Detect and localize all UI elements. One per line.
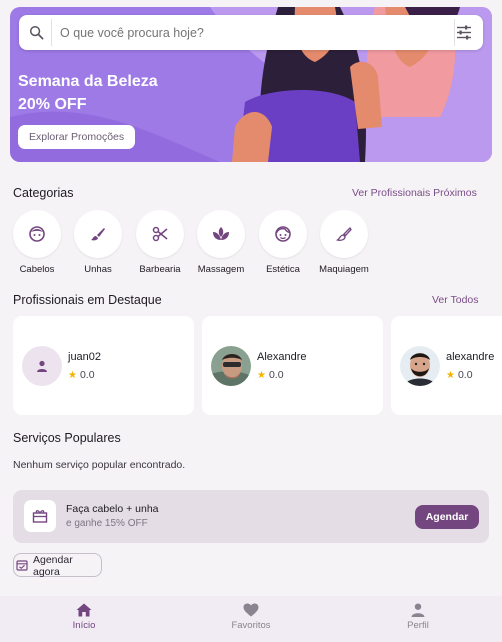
gift-icon <box>32 510 48 523</box>
promo-subtitle: e ganhe 15% OFF <box>66 518 148 529</box>
popular-services-title: Serviços Populares <box>13 431 121 445</box>
tune-icon[interactable] <box>456 25 472 40</box>
nav-home[interactable]: Início <box>44 603 124 631</box>
professional-card[interactable]: juan02 ★ 0.0 <box>13 316 194 415</box>
category-icon-wrap <box>197 210 245 258</box>
category-label: Massagem <box>197 264 245 275</box>
category-label: Estética <box>266 264 300 275</box>
see-all-link[interactable]: Ver Todos <box>432 294 479 306</box>
promo-card: Faça cabelo + unha e ganhe 15% OFF Agend… <box>13 490 489 543</box>
avatar-photo <box>211 346 251 386</box>
star-icon: ★ <box>68 370 77 381</box>
avatar <box>22 346 62 386</box>
category-massagem[interactable]: Massagem <box>197 210 245 275</box>
category-label: Cabelos <box>19 264 55 275</box>
schedule-now-button[interactable]: Agendar agora <box>13 553 102 578</box>
professional-name: alexandre <box>446 351 495 363</box>
home-icon <box>76 603 92 617</box>
category-label: Unhas <box>84 264 112 275</box>
search-input[interactable] <box>60 15 450 50</box>
calendar-icon <box>16 560 28 571</box>
explore-promotions-button[interactable]: Explorar Promoções <box>18 125 136 149</box>
person-icon <box>37 360 47 372</box>
category-unhas[interactable]: Unhas <box>74 210 122 275</box>
category-icon-wrap <box>259 210 307 258</box>
professional-card[interactable]: alexandre ★ 0.0 <box>391 316 502 415</box>
professional-rating: ★ 0.0 <box>257 369 284 381</box>
category-estetica[interactable]: Estética <box>259 210 307 275</box>
avatar <box>211 346 251 386</box>
rating-value: 0.0 <box>457 369 473 381</box>
banner-title-line2: 20% OFF <box>18 96 87 113</box>
avatar-photo <box>400 346 440 386</box>
rating-value: 0.0 <box>268 369 284 381</box>
filter-divider <box>454 19 455 46</box>
promo-title: Faça cabelo + unha <box>66 503 159 515</box>
search-icon <box>29 25 44 40</box>
empty-state-text: Nenhum serviço popular encontrado. <box>13 459 186 471</box>
professional-rating: ★ 0.0 <box>68 369 95 381</box>
person-icon <box>411 603 425 617</box>
nav-favorites[interactable]: Favoritos <box>211 603 291 631</box>
professional-name: Alexandre <box>257 351 307 363</box>
category-maquiagem[interactable]: Maquiagem <box>319 210 369 275</box>
nav-label: Favoritos <box>231 620 271 631</box>
nav-label: Perfil <box>407 620 429 631</box>
bottom-navigation: Início Favoritos Perfil <box>0 596 502 642</box>
schedule-now-label: Agendar agora <box>33 554 73 578</box>
banner-title: Semana da Beleza 20% OFF <box>18 70 158 116</box>
categories-title: Categorias <box>13 186 74 200</box>
professional-card[interactable]: Alexandre ★ 0.0 <box>202 316 383 415</box>
face-icon <box>275 226 291 242</box>
banner-title-line1: Semana da Beleza <box>18 73 158 90</box>
category-label: Maquiagem <box>319 264 369 275</box>
category-icon-wrap <box>136 210 184 258</box>
professional-name: juan02 <box>68 351 102 363</box>
scissors-icon <box>152 226 168 242</box>
spa-icon <box>213 227 229 240</box>
promo-icon-wrap <box>24 500 56 532</box>
category-icon-wrap <box>74 210 122 258</box>
category-label: Barbearia <box>139 264 181 275</box>
star-icon: ★ <box>446 370 455 381</box>
category-barbearia[interactable]: Barbearia <box>136 210 184 275</box>
rating-value: 0.0 <box>79 369 95 381</box>
face-hair-icon <box>29 226 45 242</box>
nav-profile[interactable]: Perfil <box>378 603 458 631</box>
featured-professionals-title: Profissionais em Destaque <box>13 293 162 307</box>
star-icon: ★ <box>257 370 266 381</box>
category-icon-wrap <box>320 210 368 258</box>
professional-rating: ★ 0.0 <box>446 369 473 381</box>
nav-label: Início <box>72 620 96 631</box>
nearby-professionals-link[interactable]: Ver Profissionais Próximos <box>352 187 477 199</box>
avatar <box>400 346 440 386</box>
makeup-brush-icon <box>336 226 352 241</box>
search-divider <box>51 19 52 46</box>
heart-icon <box>243 603 259 617</box>
brush-icon <box>91 228 105 241</box>
category-cabelos[interactable]: Cabelos <box>13 210 61 275</box>
schedule-promo-button[interactable]: Agendar <box>415 505 479 529</box>
search-bar[interactable] <box>19 15 483 50</box>
category-icon-wrap <box>13 210 61 258</box>
